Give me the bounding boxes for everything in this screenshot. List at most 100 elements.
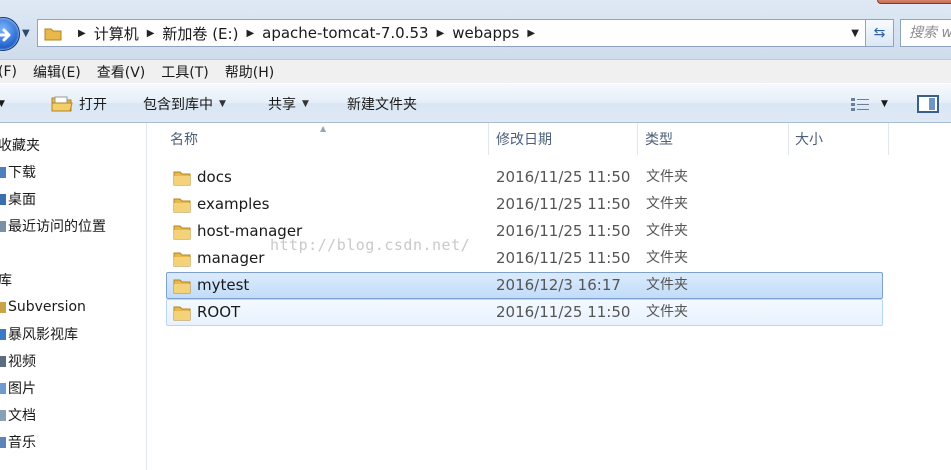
file-name: mytest (197, 276, 250, 294)
caret-down-icon: ▼ (302, 99, 309, 109)
menu-view[interactable]: 查看(V) (89, 62, 154, 82)
menu-tools[interactable]: 工具(T) (153, 62, 216, 82)
nav-item-label: 最近访问的位置 (8, 218, 106, 235)
sort-ascending-icon: ▲ (320, 124, 327, 133)
arrow-right-icon (0, 28, 11, 42)
share-label: 共享 (268, 97, 296, 113)
view-options-dropdown[interactable]: ▼ (881, 84, 888, 124)
file-row[interactable]: ROOT 2016/11/25 11:50 文件夹 (166, 299, 883, 326)
new-folder-label: 新建文件夹 (347, 97, 417, 113)
forward-button[interactable] (0, 17, 20, 51)
column-divider[interactable] (488, 123, 489, 155)
file-row[interactable]: docs 2016/11/25 11:50 文件夹 (166, 164, 883, 191)
file-date: 2016/11/25 11:50 (496, 222, 631, 240)
file-row[interactable]: examples 2016/11/25 11:50 文件夹 (166, 191, 883, 218)
nav-favorites[interactable]: 收藏夹 (0, 131, 40, 158)
include-library-button[interactable]: 包含到库中 ▼ (143, 84, 226, 124)
nav-libraries[interactable]: 库 (0, 266, 12, 293)
file-type: 文件夹 (646, 277, 688, 293)
file-name: ROOT (197, 303, 241, 321)
file-date: 2016/12/3 16:17 (496, 276, 621, 294)
folder-icon (173, 306, 191, 321)
open-button[interactable]: 打开 (51, 84, 107, 124)
nav-libraries-label: 库 (0, 272, 12, 289)
preview-pane-button[interactable] (917, 84, 939, 124)
navigation-pane: 收藏夹 下载 桌面 最近访问的位置 库 Subversion 暴风影视库 视频 … (0, 123, 147, 470)
column-header-type[interactable]: 类型 (645, 123, 673, 155)
column-divider[interactable] (788, 123, 789, 155)
chevron-right-icon[interactable]: ▶ (437, 28, 445, 39)
breadcrumb-item[interactable]: 计算机 (94, 23, 139, 44)
folder-icon (173, 198, 191, 213)
nav-item-label: 下载 (8, 164, 36, 181)
column-header-size[interactable]: 大小 (795, 123, 823, 155)
file-date: 2016/11/25 11:50 (496, 303, 631, 321)
recent-pages-dropdown[interactable]: ▼ (22, 28, 30, 39)
nav-item-pictures[interactable]: 图片 (0, 374, 36, 401)
column-header-label: 类型 (645, 132, 673, 148)
open-label: 打开 (79, 97, 107, 113)
videos-icon (0, 355, 6, 367)
refresh-button[interactable]: ⇆ (866, 19, 894, 47)
preview-pane-icon (917, 95, 939, 113)
column-header-name[interactable]: 名称 (170, 123, 198, 155)
caret-down-icon: ▼ (219, 99, 226, 109)
folder-icon (173, 279, 191, 294)
address-bar[interactable]: ▶ 计算机 ▶ 新加卷 (E:) ▶ apache-tomcat-7.0.53 … (37, 19, 866, 47)
nav-item-videos[interactable]: 视频 (0, 347, 36, 374)
chevron-right-icon[interactable]: ▶ (527, 28, 535, 39)
breadcrumb: ▶ 计算机 ▶ 新加卷 (E:) ▶ apache-tomcat-7.0.53 … (70, 20, 543, 46)
file-name: docs (197, 168, 232, 186)
address-history-dropdown[interactable]: ▼ (851, 28, 859, 39)
folder-icon (44, 28, 62, 40)
documents-icon (0, 409, 6, 421)
menu-edit[interactable]: 编辑(E) (25, 62, 89, 82)
nav-item-desktop[interactable]: 桌面 (0, 185, 36, 212)
change-view-button[interactable] (850, 84, 870, 124)
column-header-label: 大小 (795, 132, 823, 148)
file-type: 文件夹 (646, 196, 688, 212)
chevron-right-icon[interactable]: ▶ (246, 28, 254, 39)
folder-icon (173, 252, 191, 267)
column-header-label: 修改日期 (496, 132, 552, 148)
address-row: ▼ ▶ 计算机 ▶ 新加卷 (E:) ▶ apache-tomcat-7.0.5… (0, 0, 951, 60)
nav-item-label: 暴风影视库 (8, 326, 78, 343)
share-button[interactable]: 共享 ▼ (268, 84, 309, 124)
nav-item-subversion[interactable]: Subversion (0, 293, 86, 320)
nav-item-label: 音乐 (8, 434, 36, 451)
column-header-label: 名称 (170, 132, 198, 148)
file-type: 文件夹 (646, 169, 688, 185)
window-close-button[interactable] (877, 0, 951, 4)
menu-bar: (F) 编辑(E) 查看(V) 工具(T) 帮助(H) (0, 60, 951, 83)
include-library-label: 包含到库中 (143, 97, 213, 113)
nav-item-label: 图片 (8, 380, 36, 397)
command-bar: ▼ 打开 包含到库中 ▼ 共享 ▼ 新建文件夹 ▼ (0, 83, 951, 123)
file-type: 文件夹 (646, 304, 688, 320)
chevron-right-icon[interactable]: ▶ (78, 28, 86, 39)
menu-file[interactable]: (F) (0, 64, 25, 80)
nav-item-recent[interactable]: 最近访问的位置 (0, 212, 106, 239)
file-type: 文件夹 (646, 250, 688, 266)
search-input[interactable]: 搜索 w (900, 19, 951, 47)
open-folder-icon (51, 96, 73, 112)
menu-help[interactable]: 帮助(H) (217, 62, 282, 82)
nav-item-downloads[interactable]: 下载 (0, 158, 36, 185)
organize-dropdown[interactable]: ▼ (0, 84, 5, 124)
breadcrumb-item[interactable]: apache-tomcat-7.0.53 (262, 24, 428, 42)
nav-item-music[interactable]: 音乐 (0, 428, 36, 455)
music-icon (0, 436, 6, 448)
column-header-date[interactable]: 修改日期 (496, 123, 552, 155)
recent-places-icon (0, 220, 6, 232)
column-divider[interactable] (637, 123, 638, 155)
file-date: 2016/11/25 11:50 (496, 195, 631, 213)
chevron-right-icon[interactable]: ▶ (147, 28, 155, 39)
nav-favorites-label: 收藏夹 (0, 137, 40, 154)
breadcrumb-item[interactable]: 新加卷 (E:) (162, 23, 238, 44)
column-divider[interactable] (888, 123, 889, 155)
nav-item-documents[interactable]: 文档 (0, 401, 36, 428)
new-folder-button[interactable]: 新建文件夹 (347, 84, 417, 124)
nav-item-baofeng[interactable]: 暴风影视库 (0, 320, 78, 347)
breadcrumb-item[interactable]: webapps (452, 24, 519, 42)
file-row-selected[interactable]: mytest 2016/12/3 16:17 文件夹 (166, 272, 883, 299)
nav-item-label: 视频 (8, 353, 36, 370)
